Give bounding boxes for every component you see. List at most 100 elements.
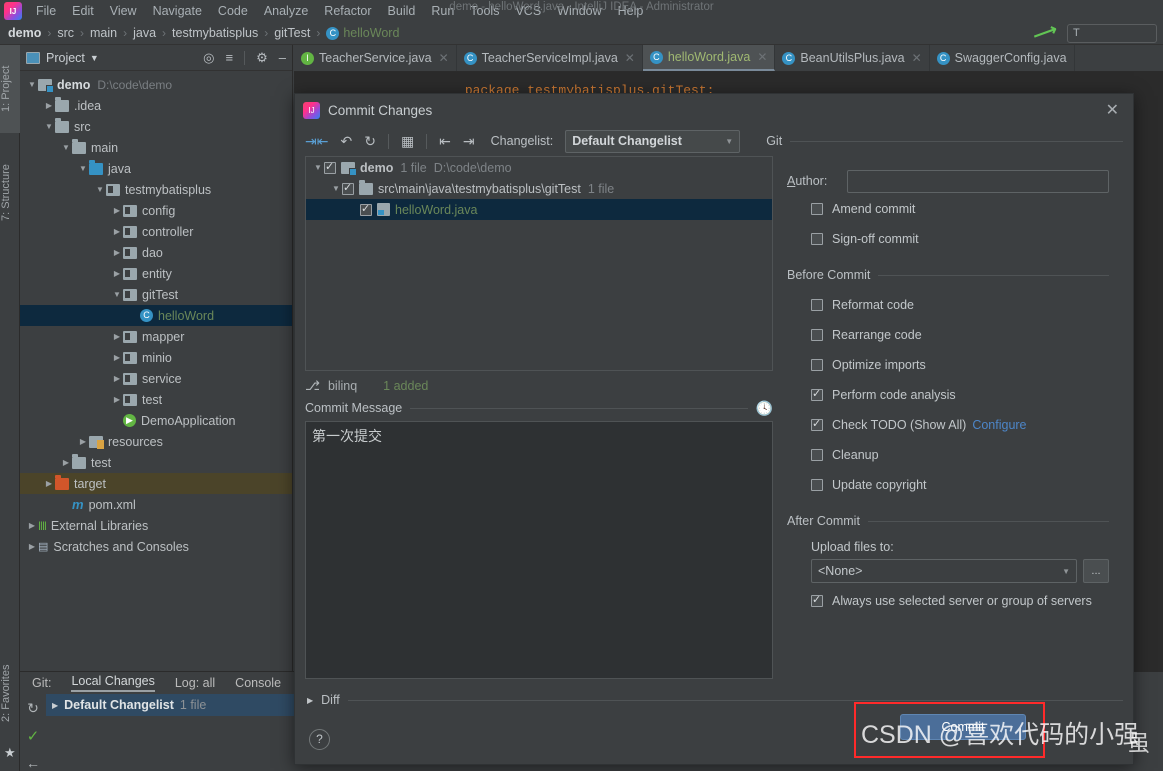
history-clock-icon[interactable]: 🕓 <box>756 400 773 417</box>
project-tree-item[interactable]: ▶ test <box>20 452 292 473</box>
close-tab-icon[interactable]: ✕ <box>625 51 635 65</box>
project-tree-item[interactable]: ▼ gitTest <box>20 284 292 305</box>
changes-tree-row[interactable]: ▶ helloWord.java <box>306 199 772 220</box>
chevron-right-icon[interactable]: ▶ <box>111 353 123 362</box>
project-tree-item[interactable]: ▶ChelloWord <box>20 305 292 326</box>
project-tree-item[interactable]: ▶ entity <box>20 263 292 284</box>
amend-commit-checkbox[interactable] <box>811 203 823 215</box>
menu-item-file[interactable]: File <box>28 2 64 20</box>
before-commit-option[interactable]: Update copyright <box>787 470 1109 500</box>
project-tree-item[interactable]: ▶ resources <box>20 431 292 452</box>
project-tree-item[interactable]: ▶ service <box>20 368 292 389</box>
project-tree-item[interactable]: ▶ .idea <box>20 95 292 116</box>
changes-tree-row[interactable]: ▼ src\main\java\testmybatisplus\gitTest 1 … <box>306 178 772 199</box>
close-tab-icon[interactable]: ✕ <box>439 51 449 65</box>
chevron-right-icon[interactable]: ▶ <box>43 101 55 110</box>
chevron-down-icon[interactable]: ▼ <box>26 80 38 89</box>
breadcrumb-main[interactable]: main <box>90 26 117 40</box>
show-diff-icon[interactable]: ⇥⇤ <box>305 134 328 148</box>
commit-check-icon[interactable]: ✓ <box>27 727 40 745</box>
close-icon[interactable]: ✕ <box>1100 100 1125 120</box>
before-commit-checkbox[interactable] <box>811 387 823 401</box>
before-commit-option[interactable]: Reformat code <box>787 290 1109 320</box>
chevron-right-icon[interactable]: ▶ <box>111 374 123 383</box>
breadcrumb-src[interactable]: src <box>57 26 74 40</box>
project-tree-item[interactable]: ▼ demo D:\code\demo <box>20 74 292 95</box>
chevron-down-icon[interactable]: ▼ <box>94 185 106 194</box>
tab-log-all[interactable]: Log: all <box>175 676 215 690</box>
editor-tab[interactable]: C TeacherServiceImpl.java ✕ <box>457 45 643 71</box>
editor-tab[interactable]: C SwaggerConfig.java <box>930 45 1075 71</box>
editor-tab[interactable]: C BeanUtilsPlus.java ✕ <box>775 45 930 71</box>
commit-button[interactable]: Commit <box>900 714 1026 740</box>
close-tab-icon[interactable]: ✕ <box>912 51 922 65</box>
commit-message-input[interactable]: 第一次提交 <box>305 421 773 679</box>
chevron-right-icon[interactable]: ▶ <box>26 521 38 530</box>
menu-item-navigate[interactable]: Navigate <box>145 2 210 20</box>
configure-link[interactable]: Configure <box>972 418 1026 432</box>
menu-item-refactor[interactable]: Refactor <box>316 2 379 20</box>
signoff-commit-checkbox[interactable] <box>811 233 823 245</box>
breadcrumb-demo[interactable]: demo <box>8 26 41 40</box>
changes-tree-checkbox[interactable] <box>342 181 354 195</box>
project-tree-item[interactable]: ▶▶ DemoApplication <box>20 410 292 431</box>
chevron-right-icon[interactable]: ▶ <box>26 542 38 551</box>
before-commit-checkbox[interactable] <box>811 479 823 491</box>
project-tree-item[interactable]: ▼ src <box>20 116 292 137</box>
project-tree-item[interactable]: ▼ java <box>20 158 292 179</box>
amend-commit-row[interactable]: Amend commit <box>787 194 1109 224</box>
rollback-icon[interactable]: ← <box>26 755 40 771</box>
run-arrow-icon[interactable]: ⟶ <box>1030 19 1060 46</box>
before-commit-checkbox[interactable] <box>811 359 823 371</box>
close-tab-icon[interactable]: ✕ <box>757 50 767 64</box>
before-commit-checkbox[interactable] <box>811 329 823 341</box>
browse-servers-button[interactable]: ... <box>1083 559 1109 583</box>
author-field[interactable] <box>847 169 1109 193</box>
chevron-right-icon[interactable]: ▶ <box>111 227 123 236</box>
chevron-right-icon[interactable]: ▶ <box>111 395 123 404</box>
favorites-star-icon[interactable]: ★ <box>4 745 16 761</box>
changes-tree-checkbox[interactable] <box>324 160 336 174</box>
menu-item-code[interactable]: Code <box>210 2 256 20</box>
tool-tab-favorites[interactable]: 2: Favorites <box>0 647 20 739</box>
before-commit-checkbox[interactable] <box>811 299 823 311</box>
project-tree-item[interactable]: ▶ test <box>20 389 292 410</box>
chevron-right-icon[interactable]: ▶ <box>60 458 72 467</box>
chevron-down-icon[interactable]: ▼ <box>60 143 72 152</box>
chevron-right-icon[interactable]: ▶ <box>77 437 89 446</box>
upload-server-combo[interactable]: <None> ▼ <box>811 559 1077 583</box>
project-tree-item[interactable]: ▶ mapper <box>20 326 292 347</box>
before-commit-option[interactable]: Cleanup <box>787 440 1109 470</box>
chevron-right-icon[interactable]: ▶ <box>111 332 123 341</box>
project-tree-item[interactable]: ▶ ‖‖ External Libraries <box>20 515 292 536</box>
signoff-commit-row[interactable]: Sign-off commit <box>787 224 1109 254</box>
menu-item-view[interactable]: View <box>102 2 145 20</box>
project-tree-item[interactable]: ▶ ▤ Scratches and Consoles <box>20 536 292 557</box>
chevron-down-icon[interactable]: ▼ <box>90 53 99 63</box>
chevron-down-icon[interactable]: ▼ <box>312 163 324 172</box>
group-by-icon[interactable]: ▦ <box>401 134 414 148</box>
menu-item-edit[interactable]: Edit <box>64 2 102 20</box>
chevron-down-icon[interactable]: ▼ <box>330 184 342 193</box>
changelist-row[interactable]: ▶ Default Changelist 1 file <box>46 694 319 716</box>
project-tree-item[interactable]: ▼ testmybatisplus <box>20 179 292 200</box>
collapse-all-icon[interactable]: ≡ <box>226 51 234 64</box>
chevron-right-icon[interactable]: ▶ <box>43 479 55 488</box>
always-use-server-row[interactable]: Always use selected server or group of s… <box>787 587 1109 615</box>
help-button[interactable]: ? <box>309 729 330 750</box>
revert-icon[interactable]: ↶ <box>340 134 352 148</box>
menu-item-help[interactable]: Help <box>610 2 652 20</box>
project-tree-item[interactable]: ▶ dao <box>20 242 292 263</box>
tab-local-changes[interactable]: Local Changes <box>71 674 155 692</box>
menu-item-tools[interactable]: Tools <box>462 2 507 20</box>
menu-item-vcs[interactable]: VCS <box>507 2 549 20</box>
tool-tab-structure[interactable]: 7: Structure <box>0 145 20 241</box>
menu-item-build[interactable]: Build <box>380 2 424 20</box>
project-tree-item[interactable]: ▶ controller <box>20 221 292 242</box>
before-commit-option[interactable]: Rearrange code <box>787 320 1109 350</box>
menu-item-run[interactable]: Run <box>423 2 462 20</box>
changes-tree-checkbox[interactable] <box>360 202 372 216</box>
project-tree-item[interactable]: ▼ main <box>20 137 292 158</box>
refresh-icon[interactable]: ↻ <box>364 134 376 148</box>
before-commit-checkbox[interactable] <box>811 417 823 431</box>
